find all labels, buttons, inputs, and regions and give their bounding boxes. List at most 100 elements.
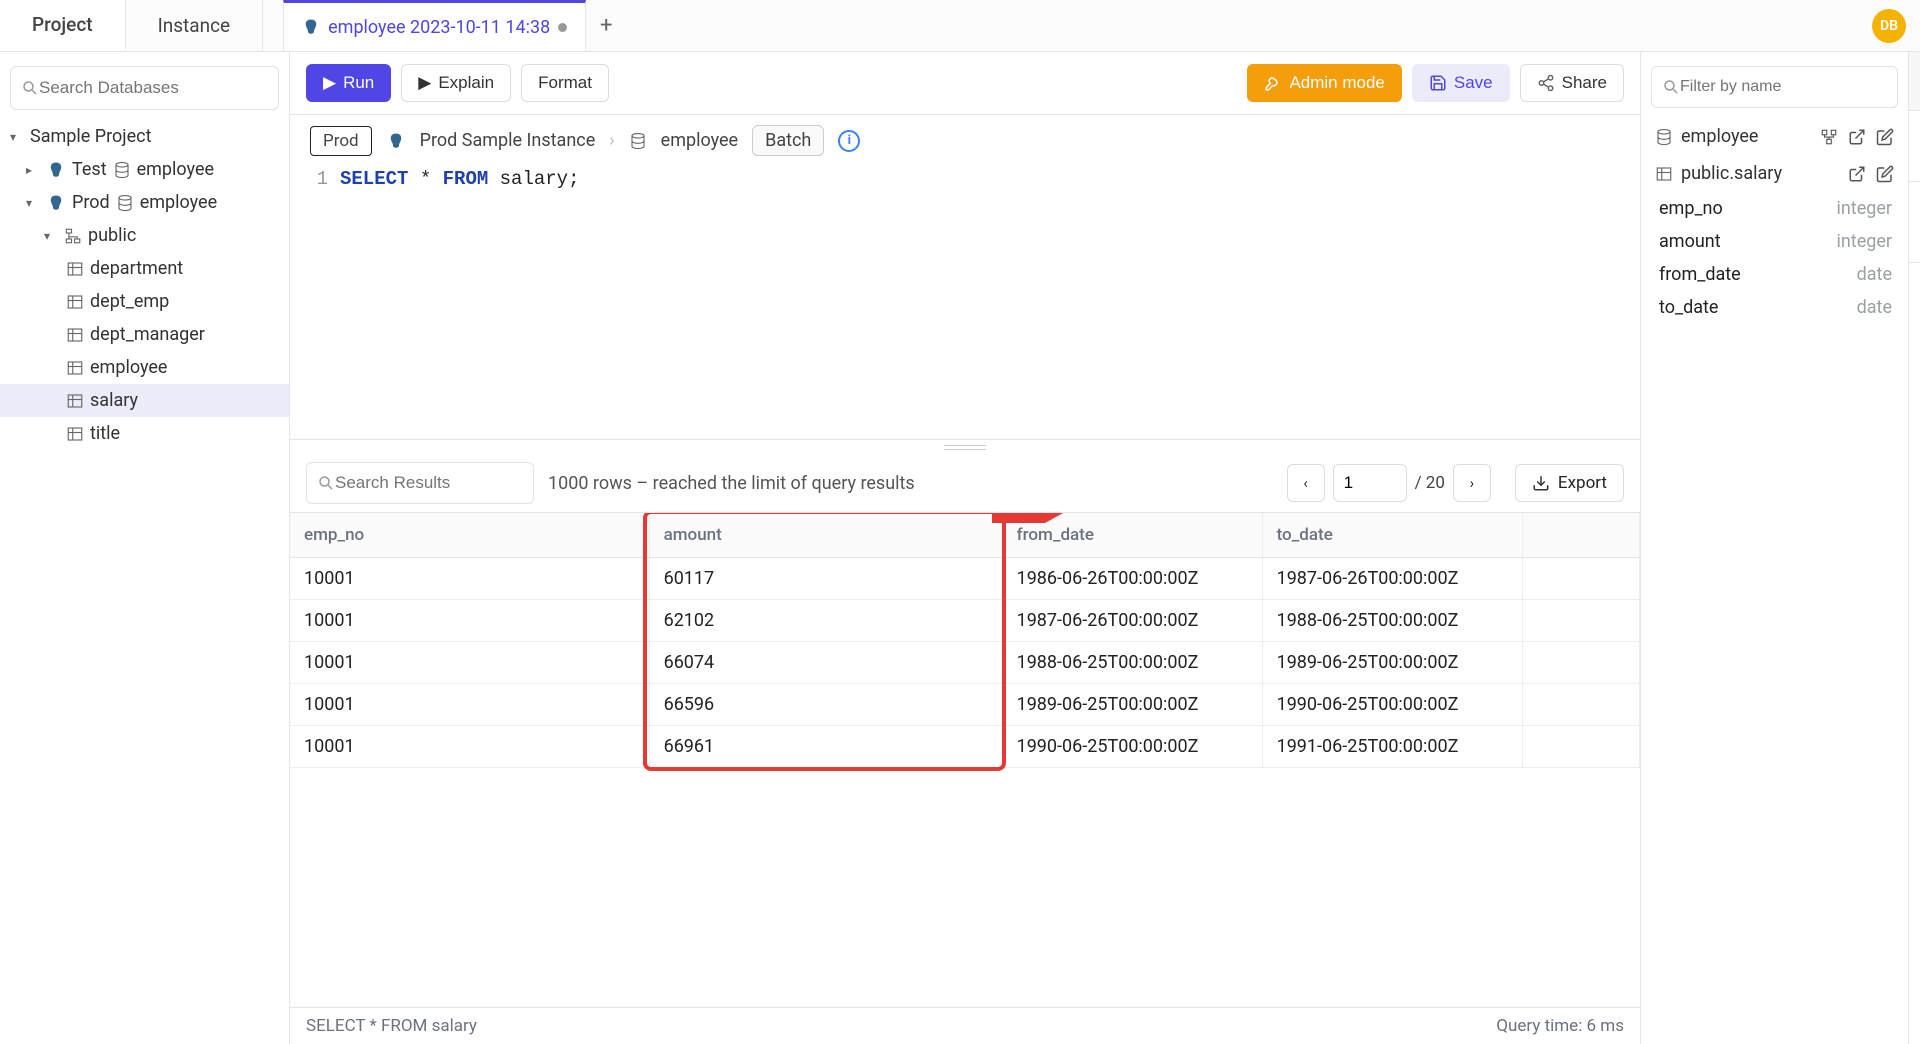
env-tag[interactable]: Prod — [310, 126, 372, 156]
external-link-icon[interactable] — [1848, 128, 1866, 146]
cell-from_date: 1987-06-26T00:00:00Z — [1002, 600, 1262, 642]
schema-table-label: public.salary — [1681, 163, 1782, 184]
breadcrumb: Prod Prod Sample Instance › employee Bat… — [290, 115, 1640, 160]
crumb-instance[interactable]: Prod Sample Instance — [420, 130, 596, 151]
tree-table-dept_emp[interactable]: dept_emp — [0, 285, 289, 318]
col-emp_no[interactable]: emp_no — [290, 513, 649, 558]
tree-schema-public[interactable]: ▾ public — [0, 219, 289, 252]
col-name: emp_no — [1659, 198, 1723, 219]
diagram-icon[interactable] — [1820, 128, 1838, 146]
schema-db-row[interactable]: employee — [1641, 118, 1908, 155]
batch-tag[interactable]: Batch — [752, 125, 824, 156]
col-name: amount — [1659, 231, 1721, 252]
tab-sheet[interactable]: Sheet — [1909, 111, 1920, 182]
tree-env-prod-label: Prod — [72, 192, 110, 213]
splitter[interactable] — [290, 440, 1640, 454]
add-tab-button[interactable]: + — [586, 13, 626, 38]
crumb-db[interactable]: employee — [661, 130, 738, 151]
tree-env-prod[interactable]: ▾ Prod employee — [0, 186, 289, 219]
tab-project[interactable]: Project — [0, 0, 126, 51]
schema-col-from_date[interactable]: from_datedate — [1641, 258, 1908, 291]
cell-to_date: 1988-06-25T00:00:00Z — [1262, 600, 1522, 642]
admin-label: Admin mode — [1289, 73, 1384, 93]
tree-table-label: employee — [90, 357, 167, 378]
col-from_date[interactable]: from_date — [1002, 513, 1262, 558]
save-button[interactable]: Save — [1412, 64, 1510, 102]
tab-instance[interactable]: Instance — [126, 0, 264, 51]
table-row[interactable]: 10001665961989-06-25T00:00:00Z1990-06-25… — [290, 684, 1640, 726]
cell-amount: 60117 — [649, 558, 1002, 600]
download-icon — [1532, 474, 1550, 492]
sql-editor[interactable]: 1 SELECT * FROM salary; — [290, 160, 1640, 440]
export-button[interactable]: Export — [1515, 464, 1624, 502]
schema-col-amount[interactable]: amountinteger — [1641, 225, 1908, 258]
format-button[interactable]: Format — [521, 64, 609, 102]
edit-icon[interactable] — [1876, 165, 1894, 183]
table-icon — [66, 326, 84, 344]
tree-table-employee[interactable]: employee — [0, 351, 289, 384]
code-line[interactable]: SELECT * FROM salary; — [340, 168, 1640, 431]
info-icon[interactable]: i — [838, 130, 860, 152]
schema-db-label: employee — [1681, 126, 1758, 147]
results-status: 1000 rows – reached the limit of query r… — [548, 473, 915, 494]
run-button[interactable]: ▶ Run — [306, 64, 391, 102]
schema-col-emp_no[interactable]: emp_nointeger — [1641, 192, 1908, 225]
results-toolbar: 1000 rows – reached the limit of query r… — [290, 454, 1640, 512]
tree-table-label: salary — [90, 390, 138, 411]
tree-project-label: Sample Project — [30, 126, 151, 147]
results-table: emp_noamountfrom_dateto_date 10001601171… — [290, 513, 1640, 768]
schema-filter-input[interactable] — [1680, 78, 1887, 96]
cell-to_date: 1987-06-26T00:00:00Z — [1262, 558, 1522, 600]
tree-table-salary[interactable]: salary — [0, 384, 289, 417]
share-button[interactable]: Share — [1520, 64, 1624, 102]
tab-info[interactable]: Info — [1909, 52, 1920, 111]
explain-button[interactable]: ▶ Explain — [401, 64, 511, 102]
file-tab[interactable]: employee 2023-10-11 14:38 — [283, 0, 586, 51]
col-amount[interactable]: amount — [649, 513, 1002, 558]
schema-filter[interactable] — [1651, 66, 1898, 108]
results-search-input[interactable] — [335, 473, 556, 493]
schema-table-row[interactable]: public.salary — [1641, 155, 1908, 192]
avatar[interactable]: DB — [1872, 9, 1906, 43]
grip-icon — [944, 445, 986, 450]
cell-emp_no: 10001 — [290, 726, 649, 768]
tree-env-test[interactable]: ▸ Test employee — [0, 153, 289, 186]
tree-project[interactable]: ▾ Sample Project — [0, 120, 289, 153]
share-label: Share — [1562, 73, 1607, 93]
page-next-button[interactable]: › — [1453, 464, 1491, 502]
col-name: from_date — [1659, 264, 1741, 285]
col-to_date[interactable]: to_date — [1262, 513, 1522, 558]
cell-to_date: 1989-06-25T00:00:00Z — [1262, 642, 1522, 684]
page-input[interactable] — [1333, 464, 1407, 502]
page-prev-button[interactable]: ‹ — [1287, 464, 1325, 502]
table-row[interactable]: 10001660741988-06-25T00:00:00Z1989-06-25… — [290, 642, 1640, 684]
results-search[interactable] — [306, 462, 534, 504]
table-icon — [66, 293, 84, 311]
schema-col-to_date[interactable]: to_datedate — [1641, 291, 1908, 324]
external-link-icon[interactable] — [1848, 165, 1866, 183]
sidebar-search-input[interactable] — [39, 78, 268, 98]
top-bar: Project Instance employee 2023-10-11 14:… — [0, 0, 1920, 52]
table-row[interactable]: 10001621021987-06-26T00:00:00Z1988-06-25… — [290, 600, 1640, 642]
sidebar-search[interactable] — [10, 66, 279, 110]
tree-table-title[interactable]: title — [0, 417, 289, 450]
table-icon — [66, 359, 84, 377]
table-row[interactable]: 10001601171986-06-26T00:00:00Z1987-06-26… — [290, 558, 1640, 600]
table-row[interactable]: 10001669611990-06-25T00:00:00Z1991-06-25… — [290, 726, 1640, 768]
right-panel-tabs: Info Sheet History — [1908, 52, 1920, 1044]
cell-emp_no: 10001 — [290, 642, 649, 684]
status-time: Query time: 6 ms — [1496, 1016, 1624, 1036]
admin-mode-button[interactable]: Admin mode — [1247, 64, 1401, 102]
tree-table-label: title — [90, 423, 120, 444]
tree-table-label: dept_emp — [90, 291, 169, 312]
database-icon — [116, 194, 134, 212]
cell-emp_no: 10001 — [290, 600, 649, 642]
edit-icon[interactable] — [1876, 128, 1894, 146]
table-icon — [1655, 165, 1673, 183]
tree-table-dept_manager[interactable]: dept_manager — [0, 318, 289, 351]
save-icon — [1429, 74, 1447, 92]
tree-table-department[interactable]: department — [0, 252, 289, 285]
cell-amount: 62102 — [649, 600, 1002, 642]
schema-icon — [64, 227, 82, 245]
tab-history[interactable]: History — [1909, 182, 1920, 263]
